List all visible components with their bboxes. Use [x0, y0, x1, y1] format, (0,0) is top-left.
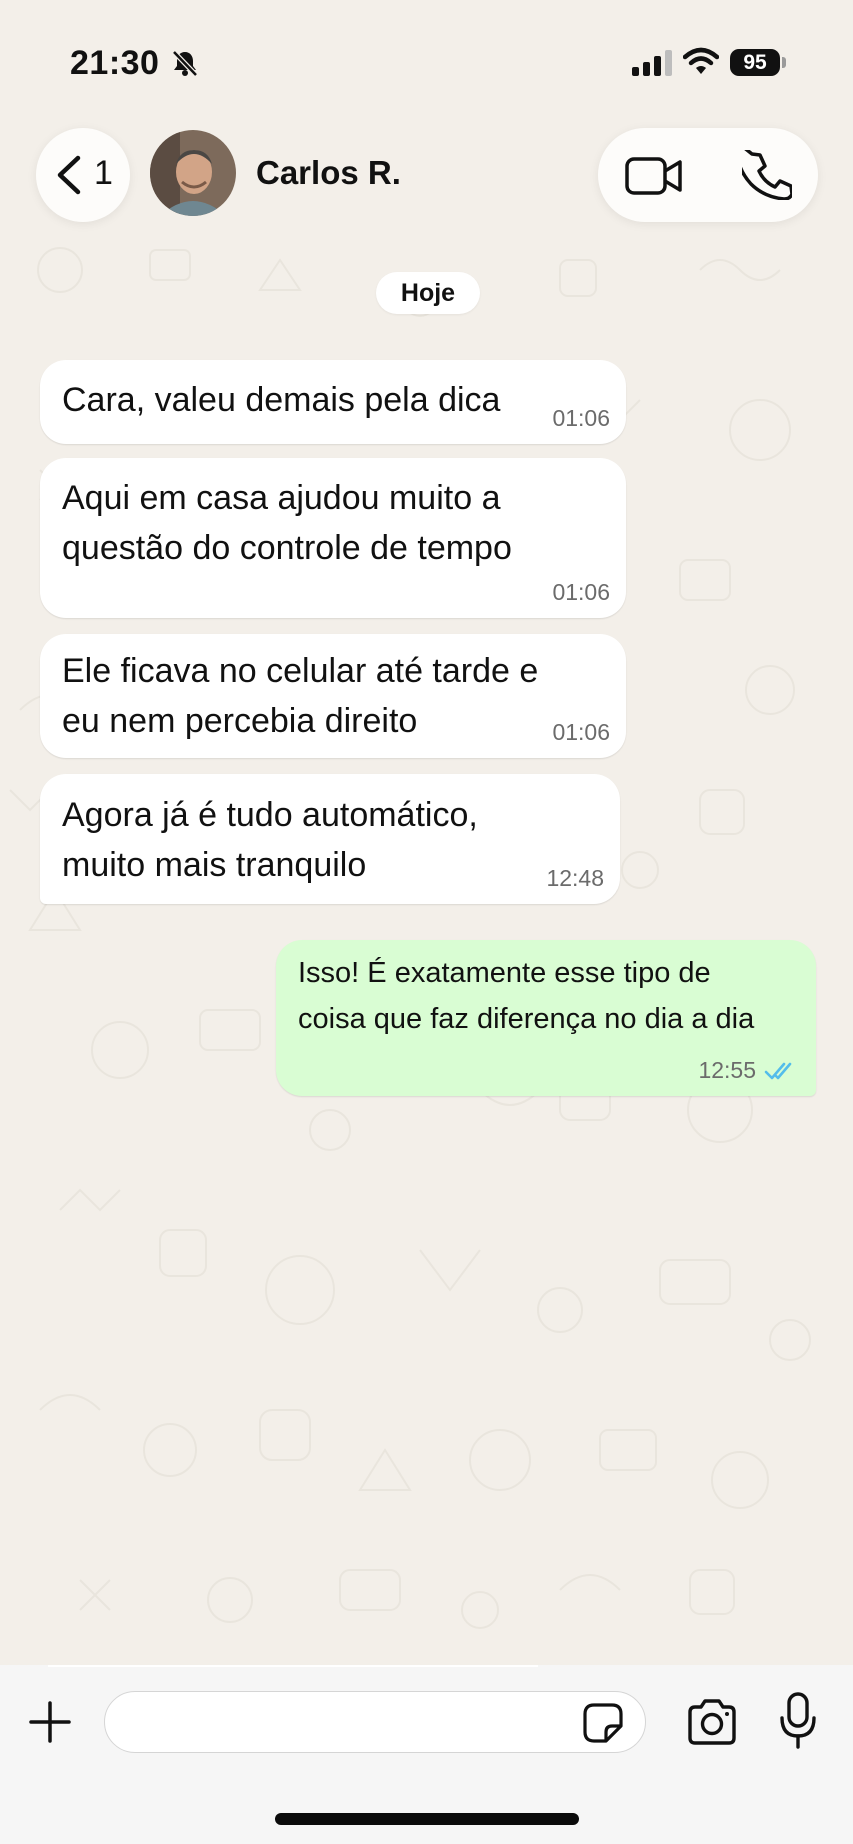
home-indicator[interactable] — [275, 1813, 579, 1825]
camera-icon[interactable] — [686, 1698, 738, 1746]
status-bar: 21:30 95 — [0, 0, 853, 110]
message-line: muito mais tranquilo — [62, 846, 367, 884]
message-text: Ele ficava no celular até tarde e eu nem… — [62, 646, 538, 746]
message-incoming[interactable]: Aqui em casa ajudou muito a questão do c… — [40, 458, 626, 618]
message-line: Cara, valeu demais pela dica — [62, 381, 501, 419]
message-incoming[interactable]: Agora já é tudo automático, muito mais t… — [40, 774, 620, 904]
call-actions — [598, 128, 818, 222]
wifi-icon — [683, 47, 719, 74]
status-time: 21:30 — [70, 44, 160, 82]
unread-count: 1 — [94, 154, 113, 192]
phone-icon[interactable] — [742, 150, 792, 200]
message-line: Ele ficava no celular até tarde e — [62, 652, 539, 690]
plus-icon[interactable] — [28, 1700, 72, 1744]
back-button[interactable]: 1 — [36, 128, 130, 222]
message-incoming[interactable]: Ele ficava no celular até tarde e eu nem… — [40, 634, 626, 758]
video-camera-icon[interactable] — [624, 154, 684, 198]
message-time: 12:48 — [546, 865, 604, 891]
message-line: Isso! É exatamente esse tipo de — [298, 957, 711, 989]
message-line: eu nem percebia direito — [62, 702, 418, 740]
battery-tip — [782, 57, 786, 68]
message-line: coisa que faz diferença no dia a dia — [298, 1003, 755, 1035]
double-check-icon — [764, 1062, 792, 1080]
message-incoming[interactable]: Cara, valeu demais pela dica 01:06 — [40, 360, 626, 444]
battery-indicator: 95 — [730, 49, 780, 76]
message-input[interactable] — [104, 1691, 646, 1753]
message-text: Aqui em casa ajudou muito a questão do c… — [62, 473, 512, 573]
message-text: Agora já é tudo automático, muito mais t… — [62, 790, 478, 890]
sticker-icon[interactable] — [582, 1702, 624, 1744]
avatar[interactable] — [150, 130, 236, 216]
chevron-left-icon — [57, 155, 81, 195]
message-text: Cara, valeu demais pela dica — [62, 375, 500, 425]
microphone-icon[interactable] — [780, 1692, 816, 1750]
message-line: Aqui em casa ajudou muito a — [62, 479, 501, 517]
message-time: 01:06 — [552, 719, 610, 745]
message-time: 01:06 — [552, 579, 610, 605]
bell-slash-icon — [172, 50, 198, 77]
message-text: Isso! É exatamente esse tipo de coisa qu… — [298, 950, 754, 1042]
signal-icon — [632, 50, 672, 76]
message-line: Agora já é tudo automático, — [62, 796, 478, 834]
avatar-image — [150, 130, 236, 216]
date-separator: Hoje — [376, 272, 480, 314]
composer-divider — [48, 1665, 538, 1667]
message-time: 12:55 — [698, 1057, 756, 1083]
message-time: 01:06 — [552, 405, 610, 431]
message-line: questão do controle de tempo — [62, 529, 512, 567]
contact-name[interactable]: Carlos R. — [256, 154, 401, 192]
message-outgoing[interactable]: Isso! É exatamente esse tipo de coisa qu… — [276, 940, 816, 1096]
